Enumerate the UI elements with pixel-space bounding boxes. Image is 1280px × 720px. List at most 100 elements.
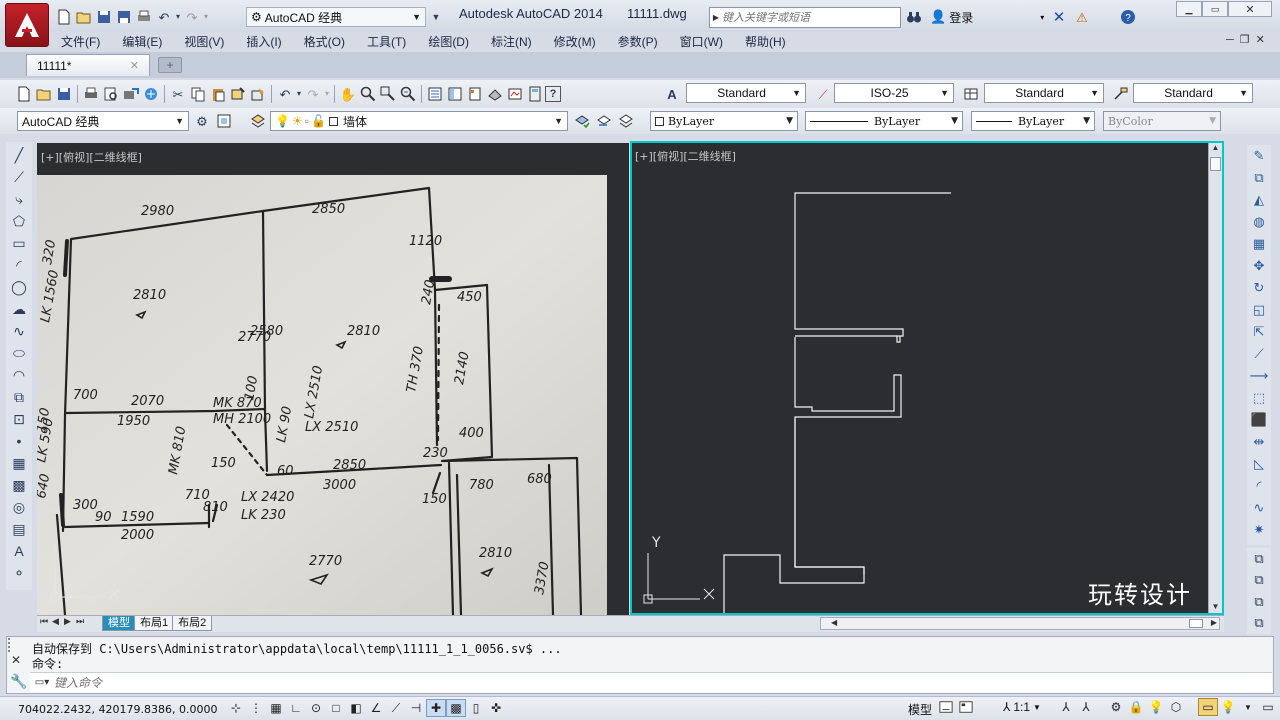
menu-item[interactable]: 帮助(H) [745,33,786,50]
selection-cycling-icon[interactable]: ✜ [486,699,506,717]
design-center-panel-icon[interactable] [445,84,465,104]
close-icon[interactable]: ✕ [130,59,139,72]
insert-block-icon[interactable]: ⧉ [8,386,30,408]
menu-item[interactable]: 绘图(D) [428,33,469,50]
break-icon[interactable]: ⬛ [1248,409,1270,431]
doc-minimize-button[interactable]: ─ [1226,34,1234,46]
polygon-icon[interactable]: ⬠ [8,210,30,232]
publish-icon[interactable] [121,84,141,104]
annotation-visibility-icon[interactable]: ⅄ [1056,698,1076,716]
spline-icon[interactable]: ∿ [8,320,30,342]
chamfer-icon[interactable]: ◺ [1248,453,1270,475]
erase-icon[interactable]: ✎ [1248,145,1270,167]
explode-icon[interactable]: ✷ [1248,519,1270,541]
scroll-up-arrow-icon[interactable]: ▲ [1209,143,1222,155]
dynamic-input-icon[interactable]: ⊣ [406,699,426,717]
zoom-previous-icon[interactable] [398,84,418,104]
rotate-icon[interactable]: ↻ [1248,277,1270,299]
command-input[interactable] [54,673,1154,692]
minimize-button[interactable]: ▁ [1176,1,1202,17]
block-editor-icon[interactable] [248,84,268,104]
infer-constraints-icon[interactable]: ⊹ [226,699,246,717]
maximize-button[interactable]: ▭ [1202,1,1228,17]
horizontal-scrollbar[interactable]: ◀ ▶ [820,617,1220,630]
zoom-window-icon[interactable] [378,84,398,104]
layout-tab[interactable]: 布局2 [172,616,213,631]
break-at-point-icon[interactable]: ⬚ [1248,387,1270,409]
paste-icon[interactable] [208,84,228,104]
trim-icon[interactable]: ⟋ [1248,343,1270,365]
undo-icon[interactable]: ↶ [154,7,174,27]
object-snap-tracking-icon[interactable]: ∠ [366,699,386,717]
layer-properties-icon[interactable] [248,111,268,131]
undo-dropdown-icon[interactable]: ▾ [295,84,303,104]
lineweight-combo[interactable]: ByLayer ▼ [971,111,1095,131]
bring-to-front-icon[interactable]: ⧉ [1248,548,1270,570]
new-icon[interactable] [54,7,74,27]
multileader-style-combo[interactable]: Standard ▼ [1133,83,1253,103]
close-button[interactable]: ✕ [1228,1,1272,17]
save-icon[interactable] [94,7,114,27]
menu-item[interactable]: 视图(V) [184,33,224,50]
revision-cloud-icon[interactable]: ☁ [8,298,30,320]
scroll-right-arrow-icon[interactable]: ▶ [1211,618,1217,627]
save-as-icon[interactable] [114,7,134,27]
grid-display-icon[interactable]: ▦ [266,699,286,717]
calculator-icon[interactable] [525,84,545,104]
make-current-layer-icon[interactable] [572,111,592,131]
scroll-down-arrow-icon[interactable]: ▼ [1209,602,1222,611]
copy-icon[interactable] [188,84,208,104]
quick-properties-icon[interactable]: ▯ [466,699,486,717]
scrollbar-thumb[interactable] [1210,157,1221,171]
menu-item[interactable]: 格式(O) [304,33,345,50]
pan-icon[interactable]: ✋ [338,84,358,104]
offset-icon[interactable]: ◍ [1248,211,1270,233]
workspace-settings-icon[interactable]: ⚙ [192,111,212,131]
plot-icon[interactable] [134,7,154,27]
ortho-mode-icon[interactable]: ∟ [286,699,306,717]
doc-close-button[interactable]: ✕ [1256,33,1265,46]
ellipse-arc-icon[interactable]: ◠ [8,364,30,386]
layout-quickview-icon[interactable] [936,698,956,716]
match-properties-icon[interactable] [228,84,248,104]
workspace-toolbar-combo[interactable]: AutoCAD 经典 ▼ [17,111,189,131]
model-space-button[interactable]: 模型 [908,701,932,718]
sheet-set-icon[interactable] [485,84,505,104]
menu-item[interactable]: 编辑(E) [122,33,162,50]
mirror-icon[interactable]: ◭ [1248,189,1270,211]
command-window-grip[interactable] [8,638,24,652]
qat-customize-icon[interactable]: ▼ [426,7,446,27]
transparency-icon[interactable]: ▩ [446,699,466,717]
polyline-icon[interactable]: ⤷ [8,188,30,210]
scroll-left-arrow-icon[interactable]: ◀ [831,618,837,627]
fullscreen-icon[interactable]: ▭ [1258,698,1278,716]
table-style-combo[interactable]: Standard ▼ [984,83,1104,103]
app-menu-button[interactable] [5,3,49,47]
command-prompt-icon[interactable]: ▭▾ [30,677,54,688]
menu-item[interactable]: 参数(P) [618,33,658,50]
qnew-icon[interactable] [14,84,34,104]
open-file-icon[interactable] [34,84,54,104]
snap-mode-icon[interactable]: ⋮ [246,699,266,717]
doc-restore-button[interactable]: ❐ [1240,33,1250,46]
first-layout-icon[interactable]: ⏮ [40,616,52,627]
help-icon[interactable]: ? [545,86,561,102]
zoom-realtime-icon[interactable] [358,84,378,104]
left-viewport[interactable]: [+][俯视][二维线框] 2980 2850 1120 2810 2770 2… [37,143,629,615]
menu-item[interactable]: 标注(N) [491,33,532,50]
scrollbar-thumb[interactable] [1189,619,1203,628]
save-file-icon[interactable] [54,84,74,104]
hatch-icon[interactable]: ▦ [8,452,30,474]
isolate-objects-icon[interactable]: 💡 [1146,698,1166,716]
linetype-combo[interactable]: ByLayer ▼ [805,111,963,131]
menu-item[interactable]: 修改(M) [554,33,596,50]
subscription-icon[interactable]: ⚠ [1072,7,1092,27]
undo-dropdown-icon[interactable]: ▾ [174,7,182,27]
help-icon[interactable]: ? [1118,7,1138,27]
blend-curves-icon[interactable]: ∿ [1248,497,1270,519]
lock-ui-icon[interactable]: 🔒 [1126,698,1146,716]
plotstyle-combo[interactable]: ByColor ▼ [1103,111,1221,131]
color-combo[interactable]: ByLayer ▼ [650,111,798,131]
layout-tab[interactable]: 布局1 [134,616,175,631]
layer-state-icon[interactable] [616,111,636,131]
